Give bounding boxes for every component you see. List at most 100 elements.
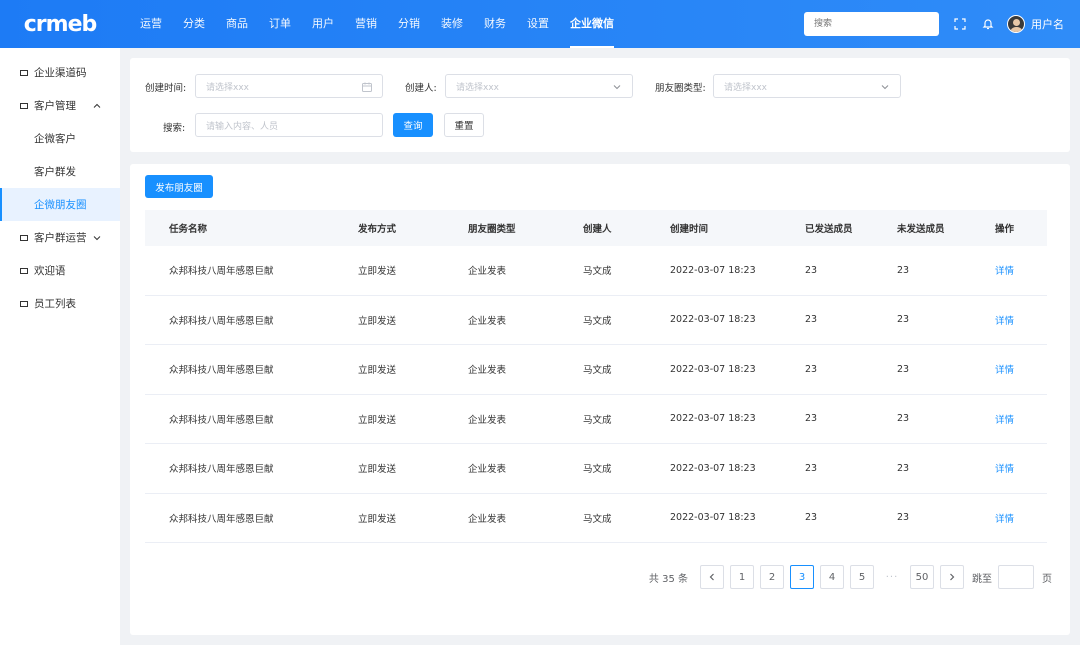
avatar[interactable]	[1007, 15, 1025, 33]
top-right-tools: 用户名	[804, 0, 1064, 48]
chevron-down-icon	[612, 82, 622, 92]
sidebar-item-label: 企业渠道码	[34, 67, 87, 79]
sidebar-item-1[interactable]: 客户管理	[0, 89, 120, 122]
publish-moment-button[interactable]: 发布朋友圈	[145, 175, 213, 198]
sidebar-item-label: 欢迎语	[34, 265, 66, 277]
table-cell: 23	[805, 363, 818, 375]
create-time-picker[interactable]: 请选择xxx	[195, 74, 383, 98]
table-cell: 企业发表	[468, 513, 507, 525]
sidebar-item-3[interactable]: 客户群发	[0, 155, 120, 188]
page-button-1[interactable]: 1	[730, 565, 754, 589]
column-header-5: 已发送成员	[805, 224, 853, 235]
nav-item-5[interactable]: 营销	[355, 0, 377, 48]
logo[interactable]: crmeb	[0, 12, 120, 37]
keyword-search-placeholder: 请输入内容、人员	[206, 121, 279, 132]
table-cell: 2022-03-07 18:23	[670, 314, 756, 326]
sidebar-item-2[interactable]: 企微客户	[0, 122, 120, 155]
sidebar-item-label: 客户管理	[34, 100, 76, 112]
detail-link[interactable]: 详情	[995, 296, 1014, 345]
detail-link[interactable]: 详情	[995, 246, 1014, 295]
table-cell: 23	[805, 512, 818, 524]
table-cell: 众邦科技八周年感恩巨献	[169, 464, 274, 476]
table-cell: 众邦科技八周年感恩巨献	[169, 513, 274, 525]
table-cell: 马文成	[583, 365, 612, 377]
moment-type-placeholder: 请选择xxx	[724, 82, 767, 93]
sidebar-item-7[interactable]: 员工列表	[0, 287, 120, 320]
sidebar-item-0[interactable]: 企业渠道码	[0, 56, 120, 89]
query-button[interactable]: 查询	[393, 113, 433, 137]
detail-link[interactable]: 详情	[995, 444, 1014, 493]
menu-square-icon	[20, 69, 28, 76]
page-button-50[interactable]: 50	[910, 565, 934, 589]
nav-item-10[interactable]: 企业微信	[570, 0, 614, 48]
table-cell: 23	[897, 363, 910, 375]
fullscreen-icon[interactable]	[953, 17, 967, 31]
page-button-4[interactable]: 4	[820, 565, 844, 589]
column-header-4: 创建时间	[670, 224, 709, 235]
reset-button[interactable]: 重置	[444, 113, 484, 137]
nav-item-6[interactable]: 分销	[398, 0, 420, 48]
table-cell: 立即发送	[358, 513, 397, 525]
sidebar-item-6[interactable]: 欢迎语	[0, 254, 120, 287]
table-row: 众邦科技八周年感恩巨献 立即发送 企业发表 马文成 2022-03-07 18:23 23…	[145, 345, 1047, 395]
jump-page-input[interactable]	[998, 565, 1034, 589]
detail-link[interactable]: 详情	[995, 494, 1014, 543]
nav-item-1[interactable]: 分类	[183, 0, 205, 48]
nav-item-7[interactable]: 装修	[441, 0, 463, 48]
table-cell: 马文成	[583, 513, 612, 525]
calendar-icon	[362, 82, 372, 92]
table-cell: 23	[805, 264, 818, 276]
detail-link[interactable]: 详情	[995, 345, 1014, 394]
user-name[interactable]: 用户名	[1031, 16, 1064, 32]
total-count: 共 35 条	[648, 573, 688, 585]
nav-item-3[interactable]: 订单	[269, 0, 291, 48]
sidebar-item-5[interactable]: 客户群运营	[0, 221, 120, 254]
filter-panel: 创建时间: 请选择xxx 创建人: 请选择xxx 朋友圈类型: 请选择xxx 搜…	[130, 58, 1070, 152]
next-page-button[interactable]	[940, 565, 964, 589]
table-cell: 23	[897, 462, 910, 474]
column-header-0: 任务名称	[169, 224, 208, 235]
creator-placeholder: 请选择xxx	[456, 82, 499, 93]
table-cell: 立即发送	[358, 414, 397, 426]
table-cell: 马文成	[583, 464, 612, 476]
page-unit-label: 页	[1042, 573, 1052, 585]
nav-item-4[interactable]: 用户	[312, 0, 334, 48]
table-row: 众邦科技八周年感恩巨献 立即发送 企业发表 马文成 2022-03-07 18:23 23…	[145, 395, 1047, 444]
table-row: 众邦科技八周年感恩巨献 立即发送 企业发表 马文成 2022-03-07 18:23 23…	[145, 494, 1047, 543]
sidebar-item-label: 客户群发	[34, 166, 76, 178]
creator-select[interactable]: 请选择xxx	[445, 74, 633, 98]
nav-item-2[interactable]: 商品	[226, 0, 248, 48]
table-cell: 立即发送	[358, 315, 397, 327]
table-cell: 企业发表	[468, 266, 507, 278]
moment-type-select[interactable]: 请选择xxx	[713, 74, 901, 98]
menu-square-icon	[20, 300, 28, 307]
prev-page-button[interactable]	[700, 565, 724, 589]
nav-item-0[interactable]: 运营	[140, 0, 162, 48]
bell-icon[interactable]	[981, 17, 995, 31]
keyword-search-input[interactable]: 请输入内容、人员	[195, 113, 383, 137]
table-cell: 企业发表	[468, 414, 507, 426]
menu-square-icon	[20, 234, 28, 241]
table-row: 众邦科技八周年感恩巨献 立即发送 企业发表 马文成 2022-03-07 18:23 23…	[145, 246, 1047, 296]
detail-link[interactable]: 详情	[995, 395, 1014, 444]
table-row: 众邦科技八周年感恩巨献 立即发送 企业发表 马文成 2022-03-07 18:23 23…	[145, 444, 1047, 494]
nav-item-9[interactable]: 设置	[527, 0, 549, 48]
moments-list-panel: 发布朋友圈 任务名称 发布方式 朋友圈类型 创建人 创建时间 已发送成员 未发送成员 操作 众…	[130, 164, 1070, 635]
page-button-2[interactable]: 2	[760, 565, 784, 589]
table-cell: 众邦科技八周年感恩巨献	[169, 414, 274, 426]
table-cell: 企业发表	[468, 315, 507, 327]
sidebar-item-4[interactable]: 企微朋友圈	[0, 188, 120, 221]
table-row: 众邦科技八周年感恩巨献 立即发送 企业发表 马文成 2022-03-07 18:23 23…	[145, 296, 1047, 345]
table-cell: 2022-03-07 18:23	[670, 413, 756, 425]
table-cell: 2022-03-07 18:23	[670, 363, 756, 375]
global-search-input[interactable]	[804, 12, 939, 36]
table-cell: 23	[805, 462, 818, 474]
table-cell: 众邦科技八周年感恩巨献	[169, 315, 274, 327]
page-button-5[interactable]: 5	[850, 565, 874, 589]
table-cell: 企业发表	[468, 464, 507, 476]
column-header-1: 发布方式	[358, 224, 397, 235]
table-body: 众邦科技八周年感恩巨献 立即发送 企业发表 马文成 2022-03-07 18:23 23…	[145, 246, 1047, 543]
pagination-ellipsis: ···	[885, 571, 899, 583]
page-button-3[interactable]: 3	[790, 565, 814, 589]
nav-item-8[interactable]: 财务	[484, 0, 506, 48]
